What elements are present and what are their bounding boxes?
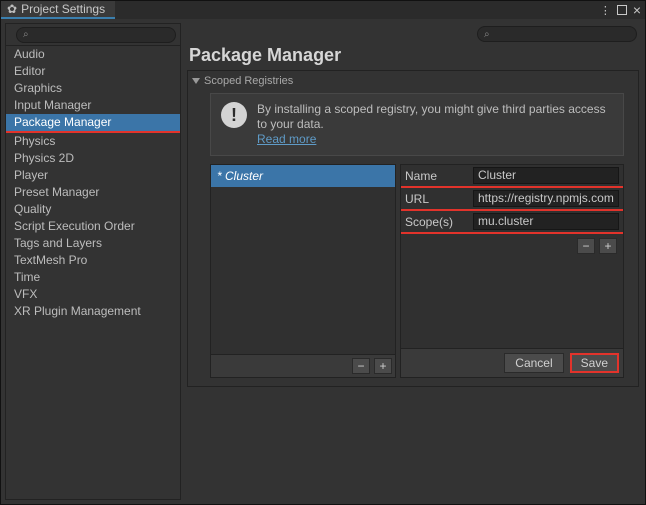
add-scope-button[interactable]: + [599,238,617,254]
registry-list-buttons: − + [211,354,395,377]
gear-icon: ✿ [7,2,17,16]
chevron-down-icon [192,78,200,84]
info-box: ! By installing a scoped registry, you m… [210,93,624,156]
sidebar-item-preset-manager[interactable]: Preset Manager [6,184,180,201]
sidebar-item-player[interactable]: Player [6,167,180,184]
name-label: Name [405,169,467,183]
scope-buttons-row: − + [401,234,623,258]
sidebar-item-quality[interactable]: Quality [6,201,180,218]
scoped-registries-section: Scoped Registries ! By installing a scop… [187,70,639,387]
registry-list-fill [211,187,395,354]
sidebar-item-input-manager[interactable]: Input Manager [6,97,180,114]
url-row: URL https://registry.npmjs.com [401,188,623,211]
restore-icon[interactable] [617,5,627,15]
page-title: Package Manager [185,45,641,70]
sidebar-search-row: ⌕ [6,24,180,46]
close-icon[interactable]: × [633,2,641,18]
sidebar-item-textmesh-pro[interactable]: TextMesh Pro [6,252,180,269]
tab-project-settings[interactable]: ✿ Project Settings [1,1,115,19]
sidebar-item-physics[interactable]: Physics [6,133,180,150]
scopes-input[interactable]: mu.cluster [473,213,619,230]
remove-registry-button[interactable]: − [352,358,370,374]
info-message: By installing a scoped registry, you mig… [257,102,606,131]
project-settings-window: ✿ Project Settings ⋮ × ⌕ AudioEditorGrap… [0,0,646,505]
registry-list-item[interactable]: * Cluster [211,165,395,187]
main-panel: ⌕ Package Manager Scoped Registries ! By… [185,23,641,500]
url-label: URL [405,192,467,206]
add-registry-button[interactable]: + [374,358,392,374]
titlebar: ✿ Project Settings ⋮ × [1,1,645,19]
name-input[interactable]: Cluster [473,167,619,184]
main-search-input[interactable]: ⌕ [477,26,637,42]
sidebar-item-graphics[interactable]: Graphics [6,80,180,97]
sidebar-list: AudioEditorGraphicsInput ManagerPackage … [6,46,180,320]
save-button[interactable]: Save [570,353,619,373]
url-input[interactable]: https://registry.npmjs.com [473,190,619,207]
window-controls: ⋮ × [600,1,645,19]
sidebar-item-tags-and-layers[interactable]: Tags and Layers [6,235,180,252]
section-label: Scoped Registries [204,75,293,87]
search-icon: ⌕ [484,29,490,40]
scopes-label: Scope(s) [405,215,467,229]
main-search-row: ⌕ [185,23,641,45]
info-text: By installing a scoped registry, you mig… [257,102,613,147]
sidebar-item-audio[interactable]: Audio [6,46,180,63]
name-row: Name Cluster [401,165,623,188]
sidebar-item-editor[interactable]: Editor [6,63,180,80]
body: ⌕ AudioEditorGraphicsInput ManagerPackag… [1,19,645,504]
sidebar-item-time[interactable]: Time [6,269,180,286]
titlebar-spacer [115,1,600,19]
remove-scope-button[interactable]: − [577,238,595,254]
form-bottom-buttons: Cancel Save [401,348,623,377]
sidebar: ⌕ AudioEditorGraphicsInput ManagerPackag… [5,23,181,500]
cancel-button[interactable]: Cancel [504,353,563,373]
sidebar-item-xr-plugin-management[interactable]: XR Plugin Management [6,303,180,320]
sidebar-search-input[interactable]: ⌕ [16,27,176,43]
sidebar-item-script-execution-order[interactable]: Script Execution Order [6,218,180,235]
sidebar-item-physics-2d[interactable]: Physics 2D [6,150,180,167]
sidebar-item-vfx[interactable]: VFX [6,286,180,303]
registry-row: * Cluster − + Name Cluster UR [210,164,624,378]
menu-icon[interactable]: ⋮ [600,4,611,17]
registry-list: * Cluster − + [210,164,396,378]
registry-form: Name Cluster URL https://registry.npmjs.… [400,164,624,378]
tab-label: Project Settings [21,2,105,16]
section-header[interactable]: Scoped Registries [192,73,634,91]
warning-icon: ! [221,102,247,128]
read-more-link[interactable]: Read more [257,132,316,146]
form-fill [401,258,623,348]
search-icon: ⌕ [23,29,29,40]
sidebar-item-package-manager[interactable]: Package Manager [6,114,180,133]
scopes-row: Scope(s) mu.cluster [401,211,623,234]
